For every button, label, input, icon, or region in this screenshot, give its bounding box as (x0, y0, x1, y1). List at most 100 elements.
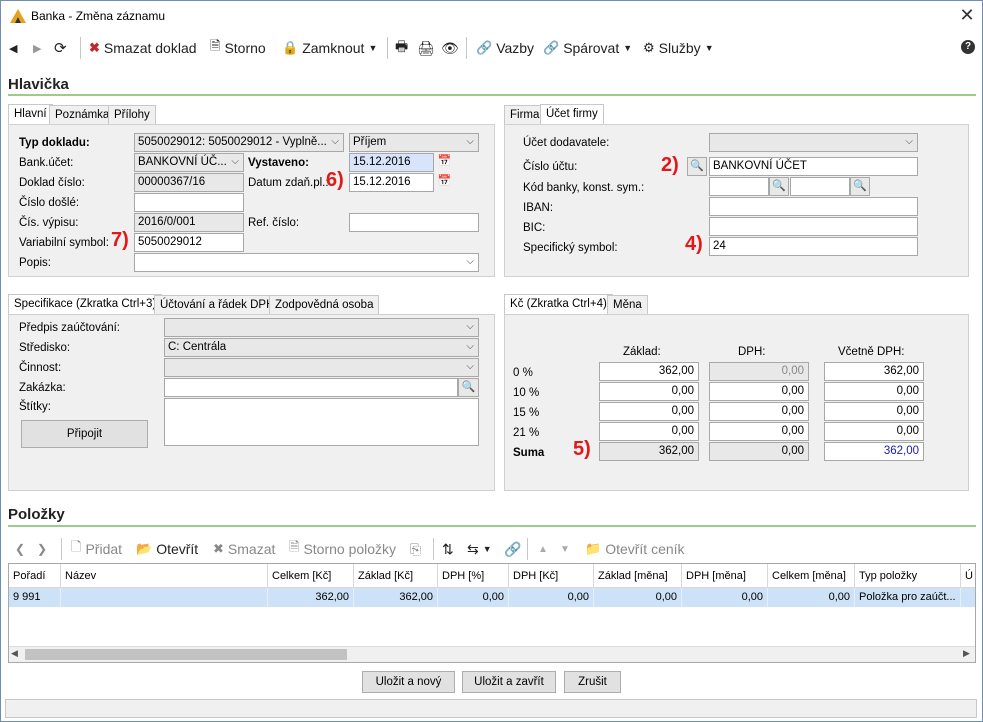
move-up-icon[interactable]: ▲ (538, 538, 548, 560)
attach-button[interactable]: Připojit (21, 420, 148, 448)
table-cell[interactable]: 0,00 (594, 588, 682, 607)
center-select[interactable]: C: Centrála ⌵ (164, 338, 479, 357)
move-icon[interactable]: ⇆ ▼ (467, 538, 492, 560)
tax-date-field[interactable]: 15.12.2016 (349, 173, 434, 192)
vat-total-field[interactable]: 0,00 (824, 402, 924, 421)
column-header[interactable]: Název (61, 564, 268, 588)
vat-total-field[interactable]: 0,00 (824, 422, 924, 441)
table-cell[interactable] (61, 588, 268, 607)
delete-document-button[interactable]: ✖ Smazat doklad (89, 37, 197, 59)
vat-amount-field[interactable]: 0,00 (709, 382, 809, 401)
scroll-left-icon[interactable]: ◀ (11, 648, 18, 659)
issued-date-field[interactable]: 15.12.2016 (349, 153, 434, 172)
tab-attachments[interactable]: Přílohy (108, 105, 156, 125)
doc-type-select[interactable]: 5050029012: 5050029012 - Vyplně... ⌵ (134, 133, 344, 152)
open-pricelist-button[interactable]: 📁 Otevřít ceník (585, 538, 685, 560)
scroll-right-icon[interactable]: ▶ (963, 648, 970, 659)
calendar-icon[interactable]: 📅 (436, 153, 453, 172)
delete-item-button[interactable]: ✖ Smazat (213, 538, 275, 560)
vat-amount-field[interactable]: 0,00 (709, 422, 809, 441)
forward-icon[interactable]: ▶ (33, 37, 41, 59)
column-header[interactable]: Typ položky (855, 564, 961, 588)
vat-amount-field[interactable]: 0,00 (709, 402, 809, 421)
close-icon[interactable]: ✕ (956, 5, 978, 26)
column-header[interactable]: DPH [%] (438, 564, 509, 588)
activity-select[interactable]: ⌵ (164, 358, 479, 377)
save-and-close-button[interactable]: Uložit a zavřít (462, 671, 556, 693)
links-button[interactable]: 🔗 Vazby (476, 37, 534, 59)
tab-note[interactable]: Poznámka (49, 105, 116, 125)
vat-base-field[interactable]: 0,00 (599, 402, 699, 421)
doc-number-field[interactable]: 00000367/16 (134, 173, 244, 192)
column-header[interactable]: Ú (961, 564, 975, 588)
bank-code-field[interactable] (709, 177, 769, 196)
tags-field[interactable] (164, 398, 479, 446)
table-cell[interactable]: 9 991 (9, 588, 61, 607)
scrollbar-thumb[interactable] (25, 649, 347, 660)
tab-currency[interactable]: Měna (607, 295, 648, 315)
sort-icon[interactable]: ⇅ (442, 538, 454, 560)
table-cell[interactable]: 0,00 (768, 588, 855, 607)
posting-select[interactable]: ⌵ (164, 318, 479, 337)
services-button[interactable]: ⚙ Služby ▼ (643, 37, 714, 59)
storno-items-button[interactable]: 🗎 Storno položky (289, 538, 396, 560)
column-header[interactable]: DPH [měna] (682, 564, 768, 588)
table-cell[interactable]: 0,00 (438, 588, 509, 607)
column-header[interactable]: Základ [Kč] (354, 564, 438, 588)
print-preview-icon[interactable]: 🖶 (395, 37, 408, 59)
vat-base-field[interactable]: 0,00 (599, 382, 699, 401)
variable-symbol-field[interactable]: 5050029012 (134, 233, 244, 252)
table-cell[interactable]: 0,00 (509, 588, 594, 607)
vat-base-field[interactable]: 362,00 (599, 362, 699, 381)
column-header[interactable]: DPH [Kč] (509, 564, 594, 588)
order-field[interactable] (164, 378, 458, 397)
calendar-icon[interactable]: 📅 (436, 173, 453, 192)
print-icon[interactable]: 🖨 (417, 37, 435, 59)
bank-account-select[interactable]: BANKOVNÍ ÚČ... ⌵ (134, 153, 244, 172)
vat-base-field[interactable]: 0,00 (599, 422, 699, 441)
storno-button[interactable]: 🗎 Storno (210, 37, 266, 59)
tab-czk[interactable]: Kč (Zkratka Ctrl+4) (504, 294, 613, 315)
add-item-button[interactable]: 🗋 Přidat (71, 538, 122, 560)
copy-icon[interactable]: ⎘ (410, 538, 421, 560)
description-field[interactable]: ⌵ (134, 253, 479, 272)
account-number-field[interactable]: BANKOVNÍ ÚČET (709, 157, 918, 176)
tab-responsible-person[interactable]: Zodpovědná osoba (269, 295, 380, 315)
column-header[interactable]: Základ [měna] (594, 564, 682, 588)
search-icon[interactable]: 🔍 (458, 378, 479, 397)
tab-accounting-vat[interactable]: Účtování a řádek DPH (154, 295, 281, 315)
help-icon[interactable]: ? (961, 40, 975, 54)
iban-field[interactable] (709, 197, 918, 216)
lock-button[interactable]: 🔒 Zamknout ▼ (282, 37, 377, 59)
move-down-icon[interactable]: ▼ (560, 538, 570, 560)
vat-total-field[interactable]: 362,00 (824, 362, 924, 381)
back-icon[interactable]: ❮ (15, 538, 25, 560)
bic-field[interactable] (709, 217, 918, 236)
table-cell[interactable]: 0,00 (682, 588, 768, 607)
table-cell[interactable] (961, 588, 975, 607)
column-header[interactable]: Celkem [Kč] (268, 564, 354, 588)
tab-specification[interactable]: Specifikace (Zkratka Ctrl+3) (8, 294, 163, 315)
pair-button[interactable]: 🔗 Spárovat ▼ (543, 37, 632, 59)
cancel-button[interactable]: Zrušit (564, 671, 621, 693)
refresh-icon[interactable]: ⟳ (54, 37, 67, 59)
open-item-button[interactable]: 📂 Otevřít (136, 538, 198, 560)
vat-total-field[interactable]: 0,00 (824, 382, 924, 401)
direction-select[interactable]: Příjem ⌵ (349, 133, 479, 152)
tab-main[interactable]: Hlavní (8, 104, 53, 125)
save-and-new-button[interactable]: Uložit a nový (362, 671, 455, 693)
forward-icon[interactable]: ❯ (37, 538, 47, 560)
table-cell[interactable]: Položka pro zaúčt... (855, 588, 961, 607)
ref-number-field[interactable] (349, 213, 479, 232)
column-header[interactable]: Pořadí (9, 564, 61, 588)
specific-symbol-field[interactable]: 24 (709, 237, 918, 256)
eye-icon[interactable]: 👁 (441, 37, 459, 59)
search-icon[interactable]: 🔍 (850, 177, 870, 196)
constant-symbol-field[interactable] (790, 177, 850, 196)
supplier-account-select[interactable]: ⌵ (709, 133, 918, 152)
statement-number-field[interactable]: 2016/0/001 (134, 213, 244, 232)
vat-amount-field[interactable]: 0,00 (709, 362, 809, 381)
table-cell[interactable]: 362,00 (268, 588, 354, 607)
search-icon[interactable]: 🔍 (687, 157, 707, 176)
horizontal-scrollbar[interactable]: ◀ ▶ (9, 646, 975, 662)
